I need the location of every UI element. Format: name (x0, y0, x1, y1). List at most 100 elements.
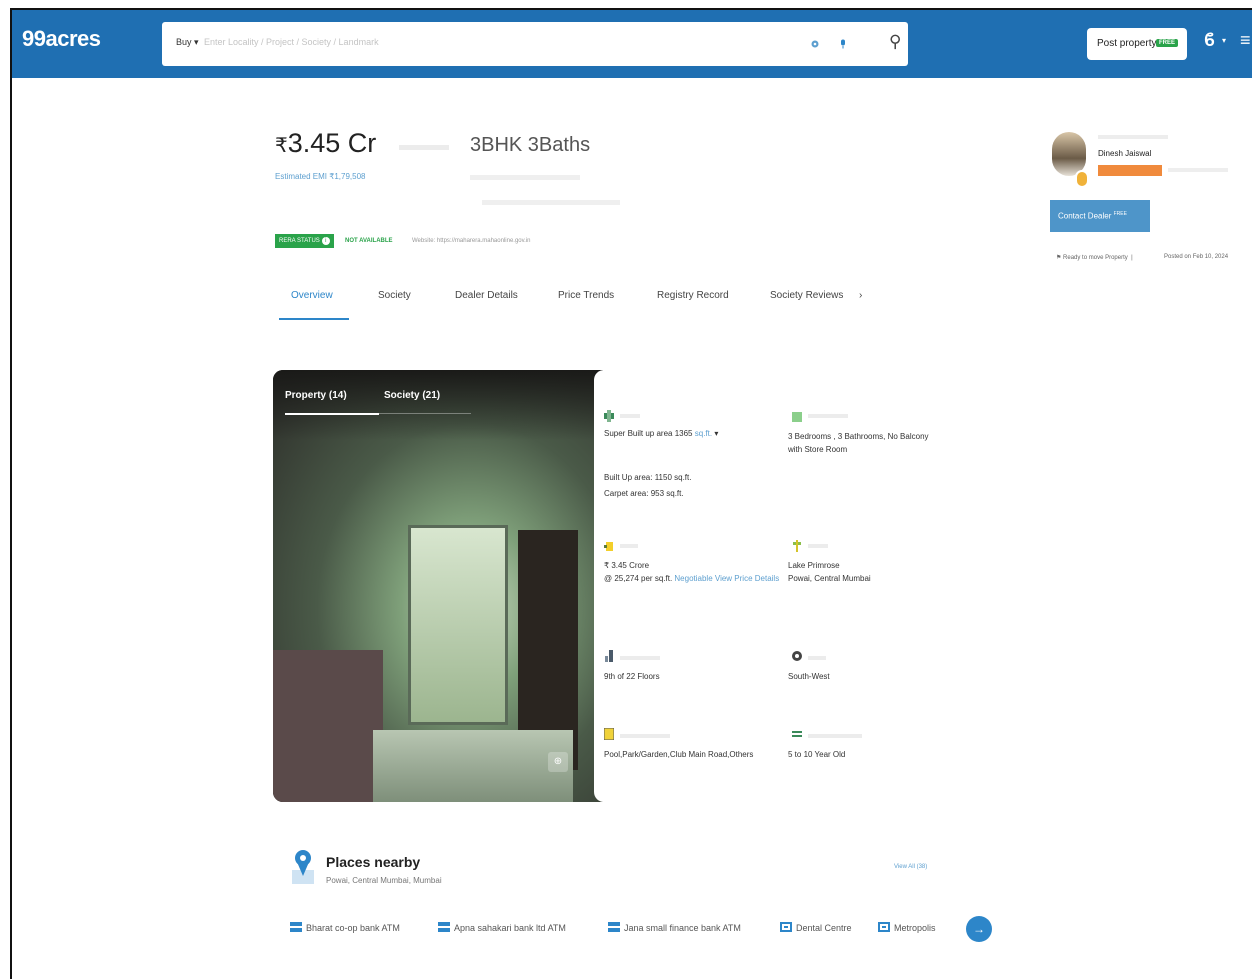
mic-icon[interactable] (838, 39, 848, 49)
top-navigation-bar: 99acres Buy ▾ Enter Locality / Project /… (12, 10, 1252, 78)
tab-society-reviews[interactable]: Society Reviews (770, 290, 843, 301)
dealer-tag (1098, 165, 1162, 176)
price-icon (604, 542, 613, 551)
user-icon[interactable]: ϐ (1204, 30, 1215, 51)
nearby-chip-atm[interactable]: Jana small finance bank ATM (608, 922, 741, 933)
price-value: 3.45 Cr (287, 128, 377, 158)
floor-label-placeholder (620, 656, 660, 660)
view-price-details-link[interactable]: View Price Details (715, 574, 779, 583)
rera-value: NOT AVAILABLE (345, 238, 393, 244)
config-line-1: 3 Bedrooms , 3 Bathrooms, No Balcony (788, 432, 929, 441)
location-pin-icon (793, 540, 801, 552)
facing: South-West (788, 672, 830, 681)
price-details: ₹ 3.45 Crore @ 25,274 per sq.ft. Negotiab… (604, 559, 779, 585)
listing-config: 3BHK 3Baths (470, 134, 591, 156)
zoom-icon[interactable]: ⊕ (548, 752, 568, 772)
emi-link[interactable]: Estimated EMI ₹1,79,508 (275, 172, 365, 181)
rera-status-label: RERA STATUS (279, 238, 320, 244)
tab-dealer-details[interactable]: Dealer Details (455, 290, 518, 301)
contact-dealer-label: Contact Dealer (1058, 211, 1112, 221)
location-label-placeholder (808, 544, 828, 548)
area-carpet: Carpet area: 953 sq.ft. (604, 489, 684, 498)
hospital-icon (780, 922, 792, 932)
search-mode-label: Buy (176, 37, 192, 47)
gallery-active-tab-indicator (285, 413, 379, 415)
location-details: Lake Primrose Powai, Central Mumbai (788, 559, 871, 585)
nearby-chip-hospital[interactable]: Dental Centre (780, 922, 852, 933)
location-icon[interactable] (810, 39, 820, 49)
contact-dealer-button[interactable]: Contact Dealer FREE (1050, 200, 1150, 232)
nearby-chip-hospital[interactable]: Metropolis (878, 922, 936, 933)
posted-date: Posted on Feb 10, 2024 (1164, 254, 1229, 260)
photo-top-shade (273, 370, 603, 440)
active-tab-indicator (279, 318, 349, 320)
tab-price-trends[interactable]: Price Trends (558, 290, 614, 301)
config-details: 3 Bedrooms , 3 Bathrooms, No Balcony with… (788, 430, 929, 456)
overlooking-icon (604, 728, 614, 740)
view-all-link[interactable]: View All (38) (894, 864, 927, 870)
nearby-chip-label: Dental Centre (796, 923, 852, 933)
dealer-badge-icon (1075, 170, 1089, 188)
config-subtitle-placeholder (470, 175, 580, 180)
search-input[interactable]: Enter Locality / Project / Society / Lan… (204, 37, 379, 47)
free-badge: FREE (1156, 39, 1179, 47)
config-label-placeholder (808, 414, 848, 418)
tab-society[interactable]: Society (378, 290, 411, 301)
property-photo-gallery[interactable]: Property (14) Society (21) ⊕ (273, 370, 603, 802)
nearby-chip-atm[interactable]: Apna sahakari bank ltd ATM (438, 922, 566, 933)
overlooking-label-placeholder (620, 734, 670, 738)
atm-icon (438, 922, 450, 932)
property-age: 5 to 10 Year Old (788, 750, 846, 759)
hospital-icon (878, 922, 890, 932)
gallery-tab-property[interactable]: Property (14) (285, 390, 347, 401)
site-logo[interactable]: 99acres (22, 26, 101, 52)
info-icon[interactable]: i (321, 237, 330, 245)
photo-sofa (273, 650, 383, 802)
area-unit-dropdown[interactable]: sq.ft. (695, 429, 712, 438)
nearby-chip-label: Apna sahakari bank ltd ATM (454, 923, 566, 933)
search-bar[interactable]: Buy ▾ Enter Locality / Project / Society… (162, 22, 908, 66)
atm-icon (290, 922, 302, 932)
search-icon[interactable]: ⚲ (889, 32, 901, 52)
dealer-role-placeholder (1098, 135, 1168, 139)
dealer-name[interactable]: Dinesh Jaiswal (1098, 149, 1151, 158)
nearby-chip-label: Jana small finance bank ATM (624, 923, 741, 933)
contact-free-badge: FREE (1113, 211, 1127, 217)
arrow-right-icon[interactable]: → (966, 916, 992, 942)
config-line-2: with Store Room (788, 445, 848, 454)
area-built-up: Built Up area: 1150 sq.ft. (604, 473, 692, 482)
compass-icon (792, 651, 802, 661)
price-per-sqft: @ 25,274 per sq.ft. (604, 574, 673, 583)
gallery-tab-society[interactable]: Society (21) (384, 390, 440, 401)
area-icon (604, 410, 614, 422)
chevron-right-icon[interactable]: › (859, 290, 862, 301)
search-mode-dropdown[interactable]: Buy ▾ (176, 37, 199, 48)
tab-registry-record[interactable]: Registry Record (657, 290, 729, 301)
area-label-placeholder (620, 414, 640, 418)
post-property-button[interactable]: Post property FREE (1087, 28, 1187, 60)
page-frame: 99acres Buy ▾ Enter Locality / Project /… (10, 8, 1252, 979)
ready-to-move: ⚑ Ready to move Property | (1056, 255, 1133, 261)
menu-icon[interactable]: ≡ (1240, 30, 1251, 51)
locality: Powai, Central Mumbai (788, 574, 871, 583)
section-tabs: Overview Society Dealer Details Price Tr… (275, 290, 875, 324)
nearby-chip-atm[interactable]: Bharat co-op bank ATM (290, 922, 400, 933)
project-name[interactable]: Lake Primrose (788, 561, 840, 570)
overlooking: Pool,Park/Garden,Club Main Road,Others (604, 750, 754, 759)
price-note-placeholder (399, 145, 449, 150)
gallery-tab-divider (379, 413, 471, 414)
atm-icon (608, 922, 620, 932)
negotiable-label: Negotiable (674, 574, 713, 583)
places-nearby-subtitle: Powai, Central Mumbai, Mumbai (326, 876, 442, 885)
floor-icon (605, 650, 613, 662)
dealer-tag-note (1168, 168, 1228, 172)
facing-label-placeholder (808, 656, 826, 660)
tab-overview[interactable]: Overview (291, 290, 333, 301)
rera-status-badge: RERA STATUS i (275, 234, 334, 248)
photo-window (408, 525, 508, 725)
nearby-chip-label: Metropolis (894, 923, 936, 933)
rera-website[interactable]: Website: https://maharera.mahaonline.gov… (412, 238, 531, 244)
age-label-placeholder (808, 734, 862, 738)
floor-number: 9th of 22 Floors (604, 672, 660, 681)
chevron-down-icon[interactable]: ▾ (1222, 36, 1226, 45)
